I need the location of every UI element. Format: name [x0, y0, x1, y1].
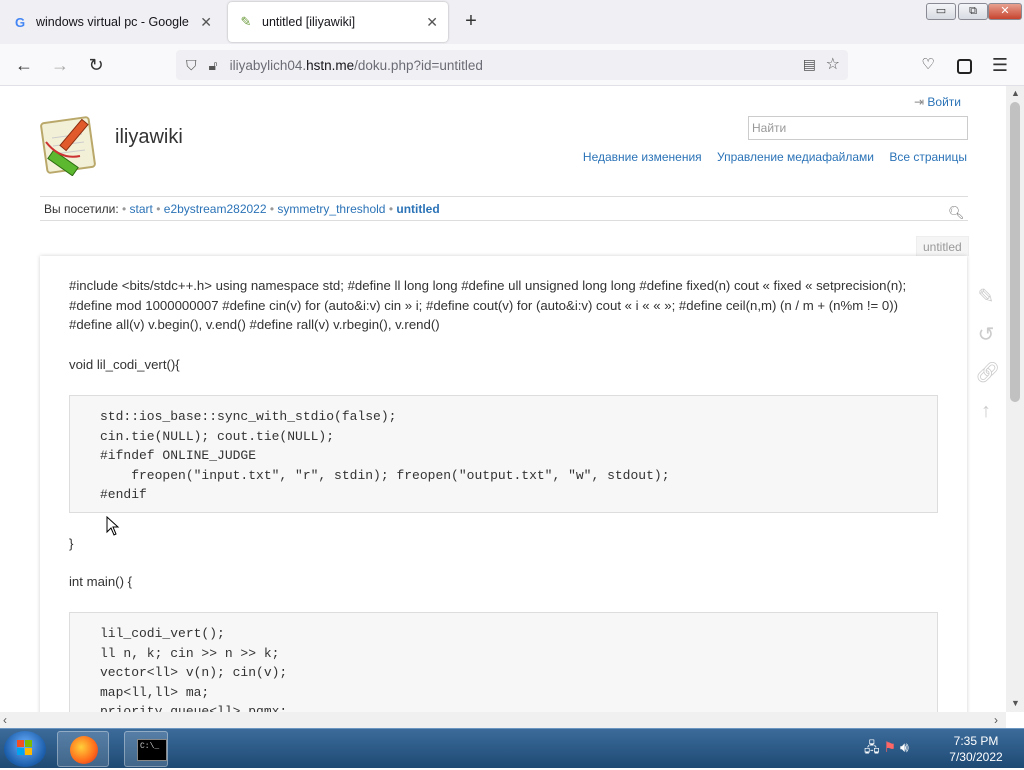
horizontal-scrollbar[interactable]: ‹ ›: [0, 712, 1006, 728]
dokuwiki-icon: ✎: [240, 14, 252, 29]
extensions-icon[interactable]: [951, 52, 977, 78]
pocket-icon[interactable]: ♡: [915, 52, 941, 78]
page-name-tab[interactable]: untitled: [916, 236, 969, 256]
back-icon[interactable]: ←: [11, 52, 37, 78]
clock-time: 7:35 PM: [953, 734, 999, 748]
tab-title: untitled [iliyawiki]: [262, 15, 356, 29]
back-to-top-icon[interactable]: ↑: [975, 400, 997, 422]
firefox-icon: [70, 736, 98, 764]
login-icon: ⇥: [914, 95, 925, 109]
windows-taskbar: C:\_ 🖧︎ ⚑ 🔊︎ 7:35 PM 7/30/2022: [0, 728, 1024, 768]
taskbar-firefox-button[interactable]: [57, 731, 109, 767]
url-bar[interactable]: ⛉ 🔓︎ iliyabylich04. hstn.me/doku.php?id=u…: [176, 50, 848, 80]
site-title[interactable]: iliyawiki: [115, 126, 183, 149]
forward-icon[interactable]: →: [47, 52, 73, 78]
breadcrumb-separator: •: [122, 202, 127, 216]
top-navigation: Недавние изменения Управление медиафайла…: [571, 150, 967, 164]
page-viewport: iliyawiki ⇥ Войти Найти 🔍︎ Недавние изме…: [0, 86, 1006, 712]
tab-title: windows virtual pc - Google Se: [36, 15, 193, 29]
network-icon[interactable]: 🖧︎: [864, 739, 880, 755]
tab-bar: G windows virtual pc - Google Se ✕ ✎ unt…: [0, 0, 1024, 44]
closing-brace: }: [69, 536, 74, 551]
url-path: /doku.php?id=untitled: [354, 57, 483, 73]
dokuwiki-logo[interactable]: [40, 112, 104, 177]
main-declaration: int main() {: [69, 574, 133, 589]
breadcrumb-current[interactable]: untitled: [396, 202, 439, 216]
media-manager-link[interactable]: Управление медиафайлами: [717, 150, 874, 164]
edit-page-icon[interactable]: ✎: [975, 286, 997, 308]
code-block-main: lil_codi_vert(); ll n, k; cin >> n >> k;…: [69, 612, 938, 712]
volume-icon[interactable]: 🔊︎: [900, 739, 909, 755]
system-clock[interactable]: 7:35 PM 7/30/2022: [940, 733, 1012, 765]
scroll-left-icon[interactable]: ‹: [3, 713, 7, 727]
breadcrumb-symmetry-threshold[interactable]: symmetry_threshold: [277, 202, 385, 216]
new-tab-button[interactable]: +: [458, 8, 484, 34]
breadcrumb-e2bystream[interactable]: e2bystream282022: [164, 202, 267, 216]
tab-untitled-wiki[interactable]: ✎ untitled [iliyawiki] ✕: [228, 2, 448, 42]
breadcrumb-separator: •: [156, 202, 161, 216]
code-block-setup: std::ios_base::sync_with_stdio(false); c…: [69, 395, 938, 513]
reader-view-icon[interactable]: ▤: [803, 56, 816, 73]
navigation-toolbar: ← → ↻ ⛉ 🔓︎ iliyabylich04. hstn.me/doku.ph…: [0, 44, 1024, 86]
system-tray: 🖧︎ ⚑ 🔊︎: [864, 737, 909, 761]
mouse-cursor: [106, 515, 120, 539]
close-window-button[interactable]: ✕: [988, 3, 1022, 20]
scroll-down-icon[interactable]: ▼: [1011, 698, 1020, 708]
scroll-right-icon[interactable]: ›: [994, 713, 998, 727]
page-content: #include <bits/stdc++.h> using namespace…: [40, 256, 967, 712]
shield-icon[interactable]: ⛉: [186, 57, 197, 74]
scroll-up-icon[interactable]: ▲: [1011, 88, 1020, 98]
reload-icon[interactable]: ↻: [83, 52, 109, 78]
old-revisions-icon[interactable]: ↺: [975, 324, 997, 346]
login-label: Войти: [927, 95, 961, 109]
start-button[interactable]: [4, 731, 46, 767]
url-prefix: iliyabylich04.: [229, 57, 307, 73]
breadcrumb-separator: •: [269, 202, 275, 216]
breadcrumb-label: Вы посетили:: [44, 202, 119, 216]
url-host: hstn.me: [306, 57, 355, 73]
close-tab-icon[interactable]: ✕: [426, 14, 438, 31]
vertical-scrollbar[interactable]: ▲ ▼: [1006, 86, 1024, 712]
command-prompt-icon: C:\_: [137, 739, 167, 761]
search-input[interactable]: Найти: [748, 116, 968, 140]
minimize-button[interactable]: ▭: [926, 3, 956, 20]
menu-icon[interactable]: ☰: [987, 52, 1013, 78]
google-g-icon: G: [14, 14, 26, 30]
breadcrumb-separator: •: [388, 202, 394, 216]
recent-changes-link[interactable]: Недавние изменения: [583, 150, 702, 164]
taskbar-cmd-button[interactable]: C:\_: [124, 731, 168, 767]
breadcrumb: Вы посетили: • start • e2bystream282022 …: [40, 196, 968, 221]
breadcrumb-start[interactable]: start: [130, 202, 153, 216]
maximize-button[interactable]: ⧉: [958, 3, 988, 20]
login-link[interactable]: ⇥ Войти: [914, 95, 961, 109]
function-declaration: void lil_codi_vert(){: [69, 357, 180, 372]
lock-warning-icon[interactable]: 🔓︎: [209, 57, 218, 74]
bookmark-star-icon[interactable]: ☆: [826, 54, 840, 74]
windows-logo-icon: [17, 740, 32, 755]
backlinks-icon[interactable]: 🔗︎: [975, 362, 1000, 384]
action-center-icon[interactable]: ⚑: [884, 739, 897, 755]
scrollbar-thumb[interactable]: [1010, 102, 1020, 402]
close-tab-icon[interactable]: ✕: [200, 14, 212, 31]
sitemap-link[interactable]: Все страницы: [889, 150, 967, 164]
clock-date: 7/30/2022: [949, 750, 1003, 764]
tab-google-search[interactable]: G windows virtual pc - Google Se ✕: [2, 2, 222, 42]
paragraph-defines: #include <bits/stdc++.h> using namespace…: [69, 278, 907, 332]
